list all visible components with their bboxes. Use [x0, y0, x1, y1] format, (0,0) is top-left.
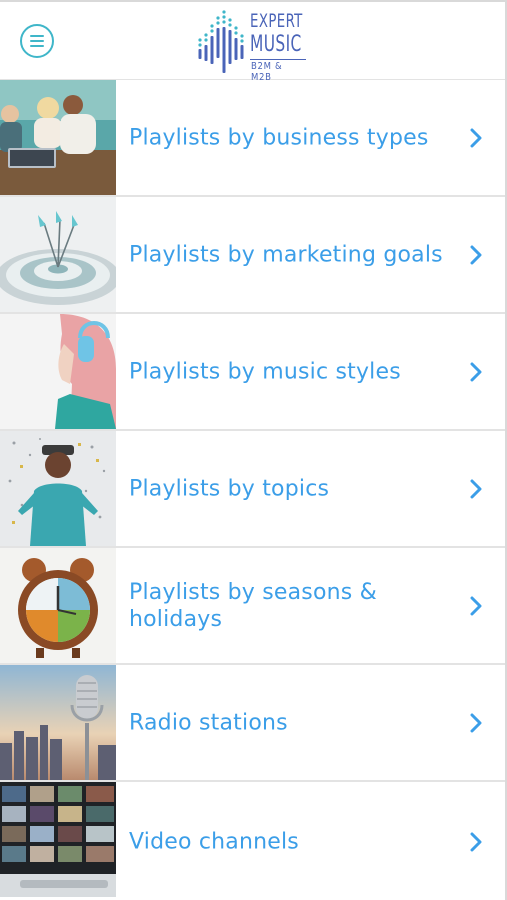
list-item-music-styles[interactable]: Playlists by music styles: [0, 314, 505, 431]
list-item-label: Playlists by seasons & holidays: [129, 579, 377, 632]
tv-screens-wall-photo: [0, 782, 116, 897]
man-with-confetti-photo: [0, 431, 116, 546]
microphone-city-photo: [0, 665, 116, 780]
hamburger-menu-icon[interactable]: [20, 24, 54, 58]
list-item-label: Playlists by business types: [129, 125, 429, 150]
list-item-video-channels[interactable]: Video channels: [0, 782, 505, 900]
chevron-right-icon: [469, 479, 483, 499]
chevron-right-icon: [469, 713, 483, 733]
list-item-label: Radio stations: [129, 710, 288, 735]
list-item-seasons-holidays[interactable]: Playlists by seasons & holidays: [0, 548, 505, 665]
seasons-alarm-clock-photo: [0, 548, 116, 663]
list-item-marketing-goals[interactable]: Playlists by marketing goals: [0, 197, 505, 314]
target-with-arrows-photo: [0, 197, 116, 312]
chevron-right-icon: [469, 128, 483, 148]
friends-with-laptop-photo: [0, 80, 116, 195]
list-item-business-types[interactable]: Playlists by business types: [0, 80, 505, 197]
logo-word-music: MUSIC: [250, 32, 302, 57]
list-item-radio-stations[interactable]: Radio stations: [0, 665, 505, 782]
list-item-label: Playlists by topics: [129, 476, 330, 501]
chevron-right-icon: [469, 596, 483, 616]
list-item-label: Video channels: [129, 829, 299, 855]
woman-with-headphones-photo: [0, 314, 116, 429]
list-item-label: Playlists by marketing goals: [129, 242, 443, 267]
playlist-category-list: Playlists by business types Playlists by…: [0, 80, 505, 900]
expert-music-logo[interactable]: EXPERT MUSIC B2M & M2B: [196, 8, 312, 83]
logo-equalizer-icon: [198, 10, 244, 73]
list-item-label: Playlists by music styles: [129, 359, 401, 384]
chevron-right-icon: [469, 832, 483, 852]
logo-word-expert: EXPERT: [250, 10, 303, 32]
app-header: EXPERT MUSIC B2M & M2B: [0, 2, 505, 83]
chevron-right-icon: [469, 245, 483, 265]
app-frame: EXPERT MUSIC B2M & M2B Playlists by busi…: [0, 0, 507, 900]
logo-divider: [250, 59, 306, 60]
list-item-topics[interactable]: Playlists by topics: [0, 431, 505, 548]
chevron-right-icon: [469, 362, 483, 382]
